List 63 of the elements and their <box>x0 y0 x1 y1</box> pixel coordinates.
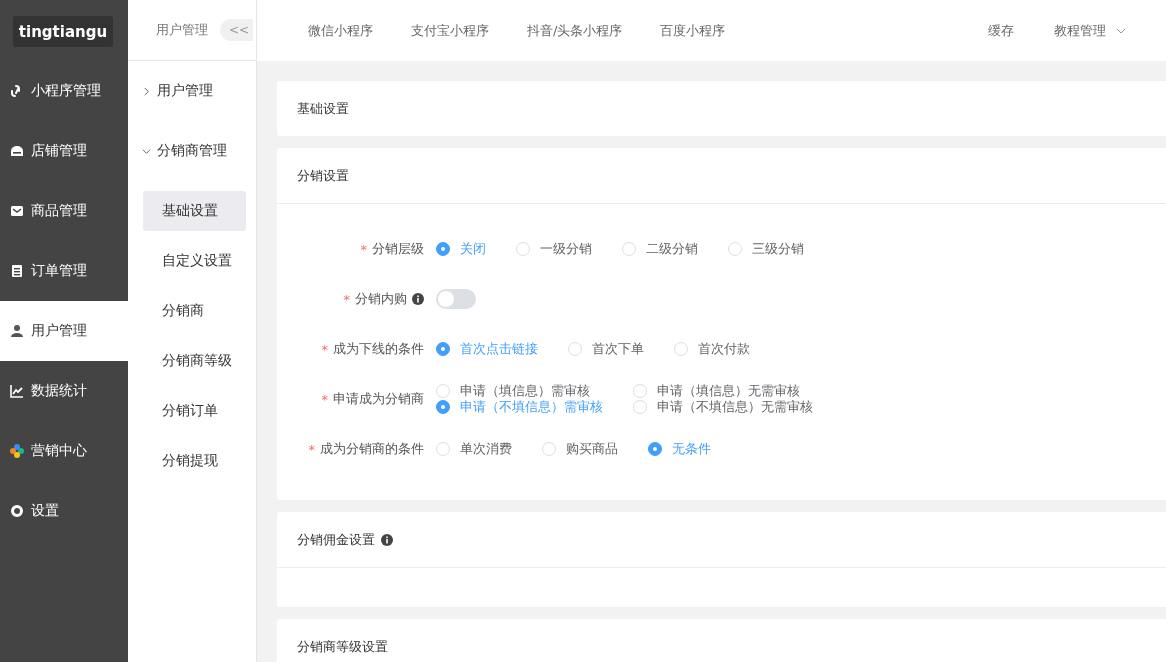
submenu-item[interactable]: 自定义设置 <box>143 241 246 281</box>
top-tab[interactable]: 抖音/头条小程序 <box>508 21 642 40</box>
logo: tingtiangu <box>13 16 113 47</box>
caret-icon <box>1116 27 1126 34</box>
sidebar-item[interactable]: 店铺管理 <box>0 121 128 181</box>
card-title: 分销商等级设置 <box>297 637 388 656</box>
envelope-icon <box>9 203 25 219</box>
radio-option[interactable]: 申请（填信息）无需审核 <box>633 383 813 399</box>
sidebar-item[interactable]: 小程序管理 <box>0 61 128 121</box>
sidebar-item[interactable]: 商品管理 <box>0 181 128 241</box>
radio-option[interactable]: 申请（不填信息）无需审核 <box>633 399 813 415</box>
radio-option[interactable]: 申请（填信息）需审核 <box>436 383 603 399</box>
card-title: 基础设置 <box>297 99 349 118</box>
chevron-right-icon <box>142 86 151 96</box>
toggle-switch[interactable] <box>436 289 476 309</box>
required-mark: * <box>360 241 367 257</box>
petals-icon <box>9 443 25 459</box>
chevron-down-icon <box>142 146 151 156</box>
radio-option[interactable]: 三级分销 <box>728 241 804 257</box>
radio-option[interactable]: 首次下单 <box>568 341 644 357</box>
top-tab[interactable]: 支付宝小程序 <box>392 21 508 40</box>
cache-link[interactable]: 缓存 <box>988 21 1014 40</box>
ring-icon <box>9 503 25 519</box>
sidebar-item[interactable]: 用户管理 <box>0 301 128 361</box>
dropdown-menu[interactable]: 教程管理 <box>1054 21 1126 40</box>
menu-group[interactable]: 用户管理 <box>128 61 256 121</box>
menu-group[interactable]: 分销商管理 <box>128 121 256 181</box>
sidebar-item[interactable]: 设置 <box>0 481 128 541</box>
clipboard-icon <box>9 263 25 279</box>
submenu-item[interactable]: 分销商 <box>143 291 246 331</box>
radio-button[interactable] <box>436 242 450 256</box>
submenu-item[interactable]: 分销提现 <box>143 441 246 481</box>
required-mark: * <box>321 341 328 357</box>
radio-option[interactable]: 一级分销 <box>516 241 592 257</box>
radio-button[interactable] <box>648 442 662 456</box>
field-label: 成为下线的条件 <box>333 340 424 358</box>
section-title: 用户管理 <box>156 21 208 39</box>
top-tab[interactable]: 微信小程序 <box>289 21 392 40</box>
sidebar-item[interactable]: 数据统计 <box>0 361 128 421</box>
field-label: 成为分销商的条件 <box>320 440 424 458</box>
top-tab[interactable]: 百度小程序 <box>641 21 745 40</box>
card-title: 分销设置 <box>297 166 349 185</box>
radio-option[interactable]: 单次消费 <box>436 441 512 457</box>
radio-option[interactable]: 购买商品 <box>542 441 618 457</box>
radio-button[interactable] <box>436 400 450 414</box>
radio-option[interactable]: 首次付款 <box>674 341 750 357</box>
card-title: 分销佣金设置 <box>297 530 375 549</box>
sidebar-item[interactable]: 订单管理 <box>0 241 128 301</box>
radio-option[interactable]: 二级分销 <box>622 241 698 257</box>
field-label: 申请成为分销商 <box>333 390 424 408</box>
required-mark: * <box>343 291 350 307</box>
required-mark: * <box>321 391 328 407</box>
shop-icon <box>9 143 25 159</box>
required-mark: * <box>308 441 315 457</box>
submenu-item[interactable]: 分销订单 <box>143 391 246 431</box>
radio-button[interactable] <box>436 342 450 356</box>
user-icon <box>9 323 25 339</box>
field-label: 分销层级 <box>372 240 424 258</box>
submenu-item[interactable]: 分销商等级 <box>143 341 246 381</box>
sidebar-item[interactable]: 营销中心 <box>0 421 128 481</box>
field-label: 分销内购 <box>355 290 407 308</box>
submenu-item[interactable]: 基础设置 <box>143 191 246 231</box>
chart-icon <box>9 383 25 399</box>
